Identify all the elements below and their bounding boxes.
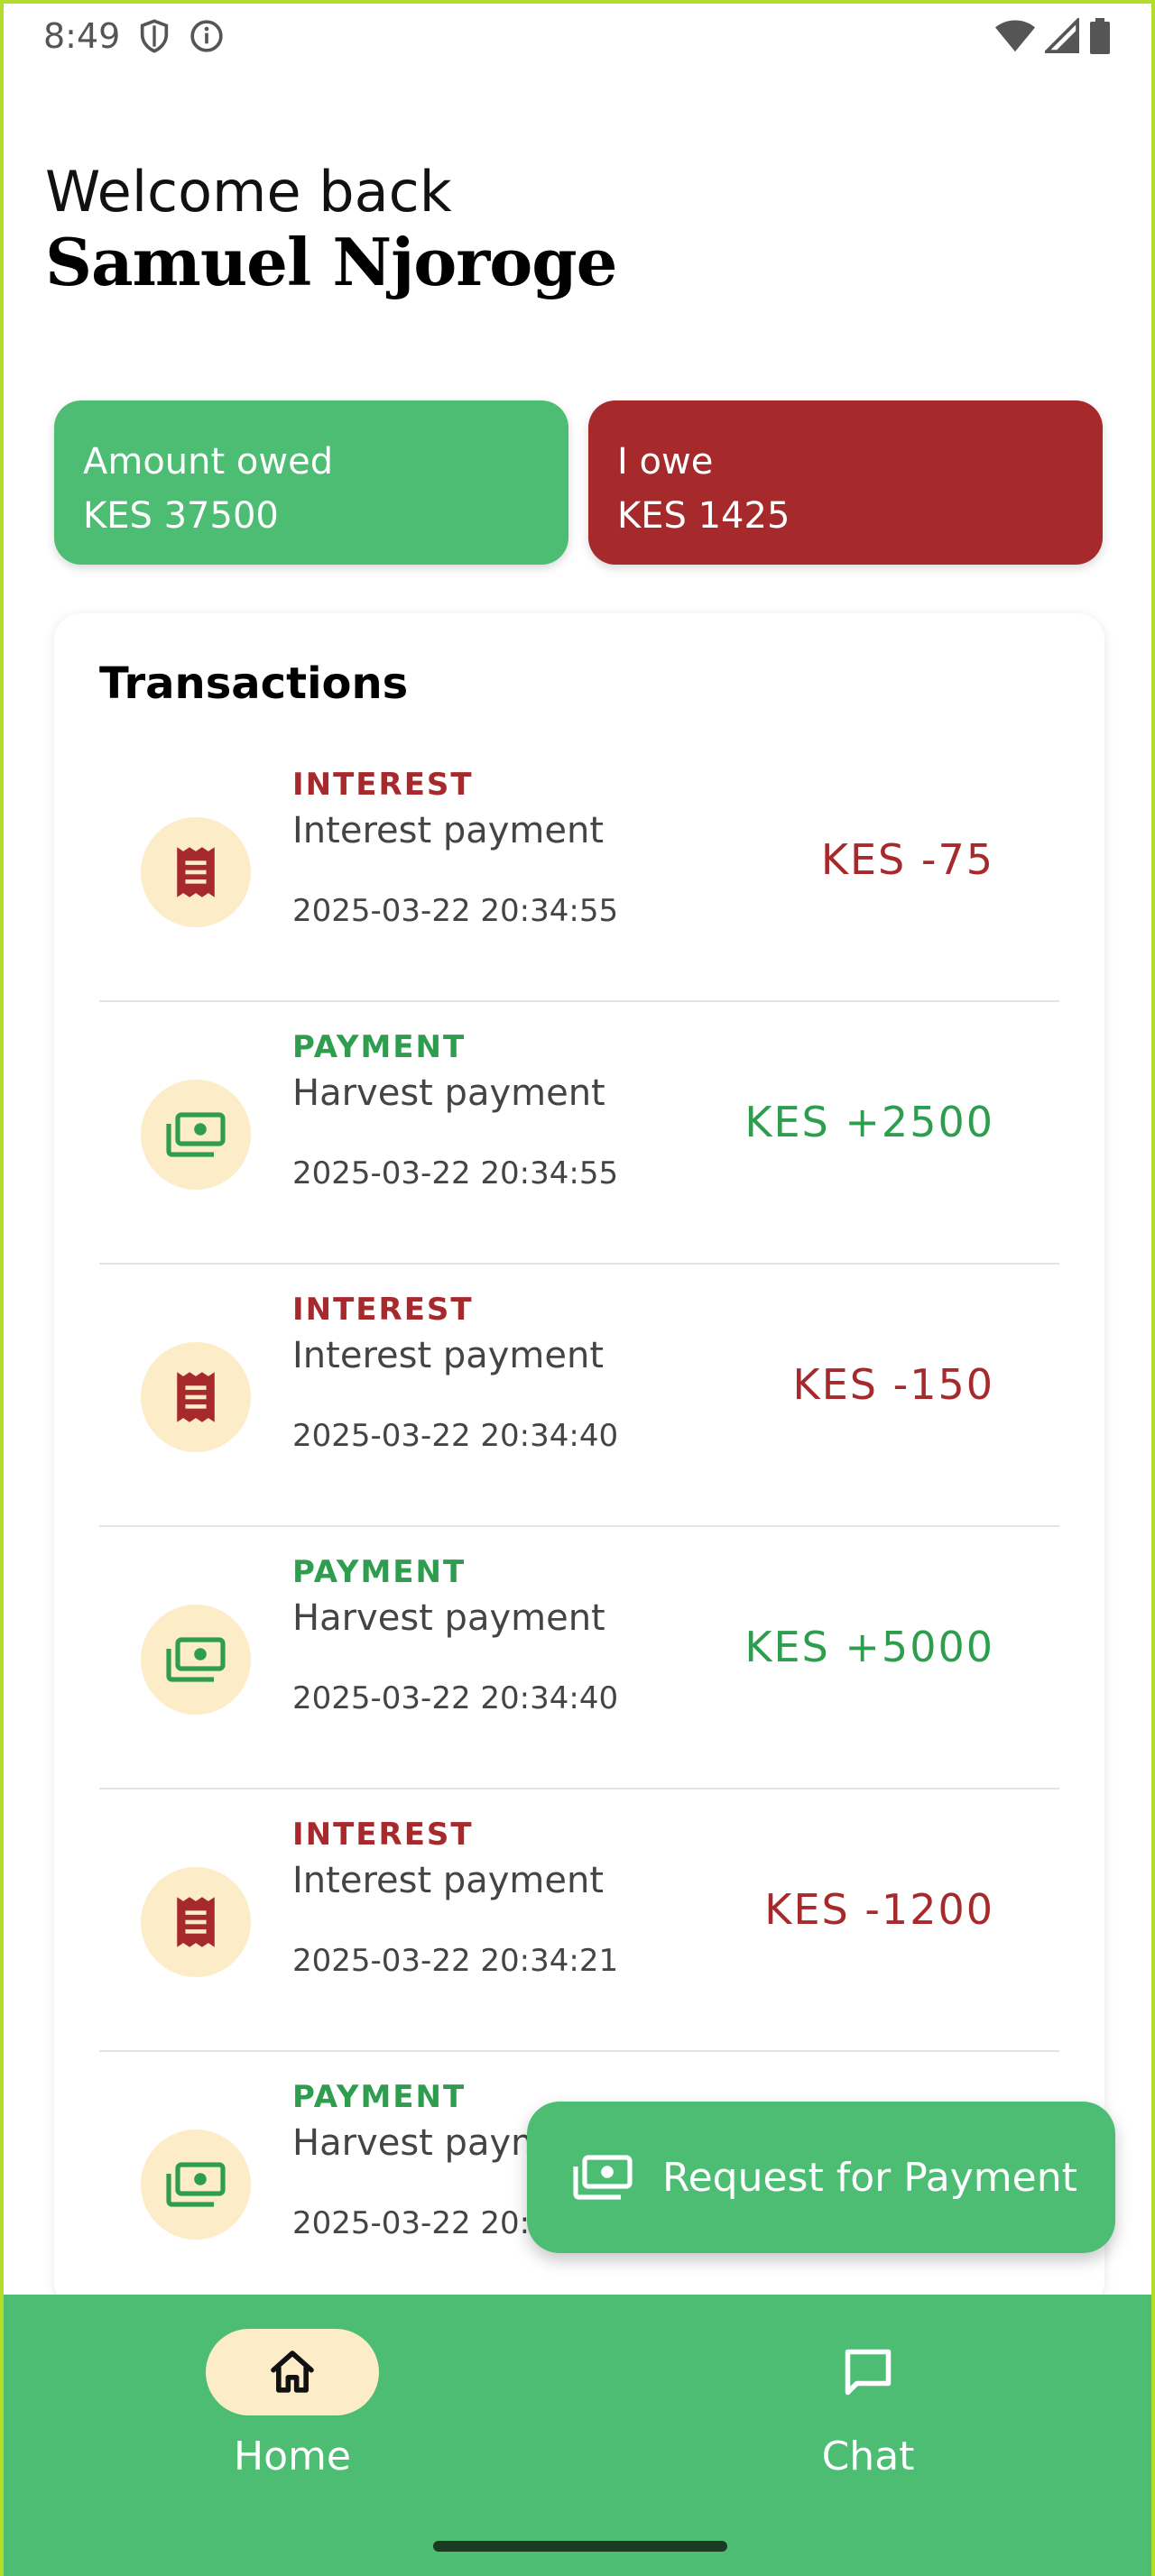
nav-home-label: Home (234, 2433, 351, 2479)
transaction-amount: KES -1200 (764, 1885, 994, 1934)
battery-icon (1090, 18, 1110, 54)
transaction-icon-badge (141, 1080, 251, 1190)
transaction-type: INTEREST (292, 1292, 474, 1328)
transaction-icon-badge (141, 1342, 251, 1452)
money-icon (165, 1636, 226, 1683)
transaction-description: Interest payment (292, 810, 605, 851)
transaction-date: 2025-03-22 20:34:55 (292, 893, 619, 929)
transaction-description: Harvest payment (292, 1072, 605, 1114)
nav-home[interactable]: Home (157, 2329, 428, 2479)
transaction-type: PAYMENT (292, 1029, 467, 1065)
transaction-description: Harvest payment (292, 1597, 605, 1639)
transaction-row[interactable]: INTEREST Interest payment 2025-03-22 20:34… (99, 1789, 1059, 2052)
gesture-handle[interactable] (433, 2541, 727, 2552)
transaction-type: PAYMENT (292, 1554, 467, 1590)
transaction-icon-badge (141, 817, 251, 927)
transaction-row[interactable]: INTEREST Interest payment 2025-03-22 20:34… (99, 1265, 1059, 1527)
nav-home-indicator (206, 2329, 379, 2415)
money-icon (165, 1111, 226, 1158)
transaction-icon-badge (141, 1605, 251, 1715)
nav-chat-indicator (781, 2329, 955, 2415)
transaction-date: 2025-03-22 20:34:55 (292, 1155, 619, 1191)
transaction-row[interactable]: PAYMENT Harvest payment 2025-03-22 20:34:4… (99, 1527, 1059, 1789)
amount-owed-label: Amount owed (83, 441, 334, 483)
money-icon (165, 2161, 226, 2208)
i-owe-label: I owe (617, 441, 714, 483)
transaction-amount: KES +5000 (744, 1623, 994, 1671)
receipt-icon (171, 1895, 221, 1949)
transaction-description: Interest payment (292, 1335, 605, 1376)
transaction-type: INTEREST (292, 1817, 474, 1853)
transaction-amount: KES -150 (792, 1360, 994, 1409)
transaction-type: INTEREST (292, 767, 474, 803)
amount-owed-value: KES 37500 (83, 495, 279, 537)
request-payment-label: Request for Payment (662, 2154, 1077, 2201)
bottom-nav: Home Chat (4, 2295, 1151, 2576)
transaction-amount: KES +2500 (744, 1098, 994, 1146)
transactions-title: Transactions (99, 658, 409, 709)
receipt-icon (171, 1370, 221, 1424)
i-owe-card[interactable]: I owe KES 1425 (588, 400, 1103, 565)
request-payment-button[interactable]: Request for Payment (527, 2102, 1115, 2253)
transaction-row[interactable]: PAYMENT Harvest payment 2025-03-22 20:34:5… (99, 1002, 1059, 1265)
info-icon (190, 20, 224, 52)
transaction-amount: KES -75 (820, 835, 994, 884)
status-bar: 8:49 (4, 4, 1151, 69)
user-name: Samuel Njoroge (45, 224, 617, 300)
i-owe-value: KES 1425 (617, 495, 790, 537)
welcome-text: Welcome back (45, 159, 452, 225)
nav-chat-label: Chat (821, 2433, 915, 2479)
amount-owed-card[interactable]: Amount owed KES 37500 (54, 400, 568, 565)
transactions-panel: Transactions INTEREST Interest payment 202… (54, 613, 1104, 2309)
transaction-row[interactable]: INTEREST Interest payment 2025-03-22 20:34… (99, 740, 1059, 1002)
transaction-date: 2025-03-22 20:34:40 (292, 1680, 619, 1716)
transactions-list: INTEREST Interest payment 2025-03-22 20:34… (99, 740, 1059, 2309)
nav-chat[interactable]: Chat (733, 2329, 1003, 2479)
transaction-type: PAYMENT (292, 2079, 467, 2115)
transaction-date: 2025-03-22 20:34:40 (292, 1418, 619, 1454)
wifi-icon (994, 20, 1036, 52)
home-icon (271, 2351, 314, 2393)
status-time: 8:49 (43, 16, 121, 56)
transaction-icon-badge (141, 2130, 251, 2240)
transaction-description: Interest payment (292, 1860, 605, 1901)
money-icon (573, 2155, 633, 2200)
shield-icon (141, 19, 169, 53)
signal-icon (1045, 18, 1079, 53)
transaction-icon-badge (141, 1867, 251, 1977)
receipt-icon (171, 845, 221, 899)
transaction-date: 2025-03-22 20:34:21 (292, 1943, 619, 1979)
chat-icon (845, 2349, 892, 2396)
